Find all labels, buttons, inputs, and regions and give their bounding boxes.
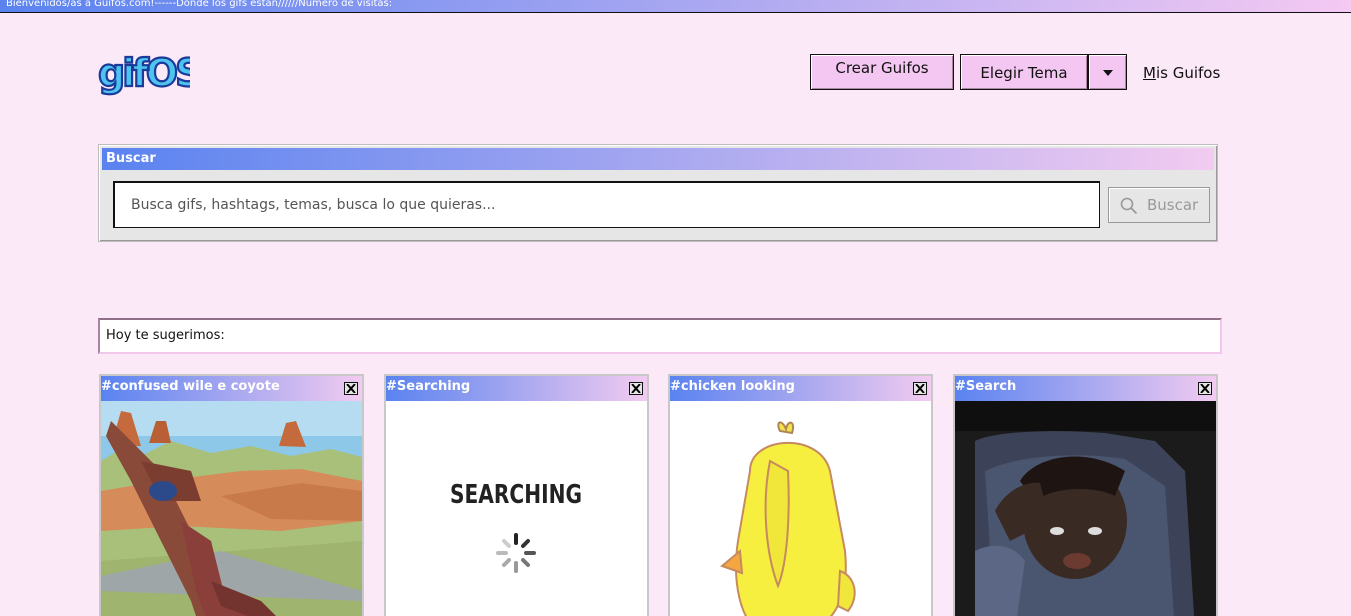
page: Bienvenidos/as a Guifos.com!------Donde … <box>0 0 1351 616</box>
choose-theme-button[interactable]: Elegir Tema <box>960 54 1088 90</box>
searching-gif-image[interactable]: SEARCHING <box>386 401 647 616</box>
card-header: #Searching <box>386 376 647 401</box>
card-tag: #confused wile e coyote <box>101 379 280 394</box>
search-input[interactable] <box>113 181 1100 228</box>
close-icon[interactable] <box>629 382 643 395</box>
card-header: #chicken looking <box>670 376 931 401</box>
close-icon[interactable] <box>344 382 358 395</box>
card-tag: #Searching <box>386 379 471 394</box>
suggestion-card[interactable]: #Searching SEARCHING <box>384 374 649 616</box>
my-gifs-link[interactable]: Mis Guifos <box>1143 64 1220 82</box>
suggestion-card[interactable]: #confused wile e coyote <box>99 374 364 616</box>
search-panel: Buscar Buscar <box>98 144 1218 242</box>
suggestion-card[interactable]: #chicken looking <box>668 374 933 616</box>
welcome-marquee: Bienvenidos/as a Guifos.com!------Donde … <box>0 0 1351 13</box>
create-gif-button[interactable]: Crear Guifos <box>810 54 954 90</box>
suggestion-card[interactable]: #Search <box>953 374 1218 616</box>
close-icon[interactable] <box>913 382 927 395</box>
suggestions-label: Hoy te sugerimos: <box>106 328 225 343</box>
suggestions-heading: Hoy te sugerimos: <box>98 318 1222 354</box>
coyote-gif-image[interactable] <box>101 401 362 616</box>
search-icon <box>1120 197 1138 215</box>
logo-text: gifOS <box>98 51 190 95</box>
search-button-label: Buscar <box>1147 196 1199 214</box>
create-gif-label: Crear Guifos <box>835 59 929 77</box>
card-tag: #Search <box>955 379 1017 394</box>
theme-dropdown-button[interactable] <box>1088 54 1127 90</box>
caret-down-icon <box>1103 70 1113 76</box>
card-header: #confused wile e coyote <box>101 376 362 401</box>
choose-theme-label: Elegir Tema <box>980 64 1068 82</box>
chick-gif-image[interactable] <box>670 401 931 616</box>
welcome-text: Bienvenidos/as a Guifos.com!------Donde … <box>6 0 393 9</box>
searching-text: SEARCHING <box>450 480 582 510</box>
close-icon[interactable] <box>1198 382 1212 395</box>
search-button[interactable]: Buscar <box>1108 187 1210 223</box>
card-tag: #chicken looking <box>670 379 795 394</box>
search-panel-title: Buscar <box>102 148 1214 170</box>
gifos-logo[interactable]: gifOS <box>96 46 190 98</box>
search-gif-image[interactable] <box>955 401 1216 616</box>
my-gifs-accesskey: M <box>1143 64 1156 82</box>
card-header: #Search <box>955 376 1216 401</box>
my-gifs-label: is Guifos <box>1155 64 1221 82</box>
